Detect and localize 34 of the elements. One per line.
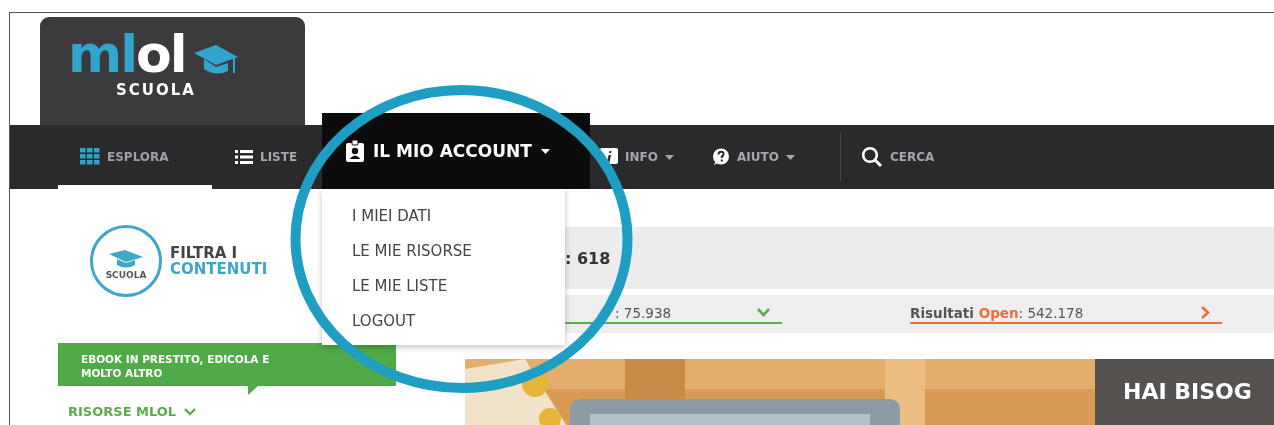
account-menu-tab[interactable]: IL MIO ACCOUNT [322,113,590,189]
banner-pointer [248,386,258,395]
filter-subtitle: CONTENUTI [170,261,268,277]
menu-item[interactable]: I MIEI DATI [322,199,565,234]
result-count: Risultati Open: 542.178 [910,304,1084,321]
id-badge-icon [346,140,364,162]
graduation-cap-icon [109,250,143,270]
list-icon [235,149,253,165]
caret-icon [785,154,795,160]
promo-heading: HAI BISOG [1123,379,1252,404]
logo[interactable]: mlol SCUOLA [40,17,305,125]
logo-wordmark: mlol [68,27,186,81]
nav-tab[interactable]: ESPLORA [58,125,212,189]
help-icon [712,148,730,166]
result-count: : 75.938 [615,304,672,321]
menu-item[interactable]: LE MIE LISTE [322,269,565,304]
total-count: : 618 [565,248,611,268]
chevron-down-icon [757,308,770,317]
nav-tab[interactable]: CERCA [851,125,960,189]
promo-banner: EBOOK IN PRESTITO, EDICOLA E MOLTO ALTRO [58,343,396,386]
badge-label: SCUOLA [105,270,147,280]
search-icon [861,146,883,168]
caret-icon [664,154,674,160]
chevron-right-icon [1201,306,1210,319]
caret-icon [540,148,550,154]
result-filter[interactable]: Risultati Open: 542.178 [910,304,1222,324]
chevron-down-icon [184,407,197,416]
menu-item[interactable]: LE MIE RISORSE [322,234,565,269]
nav-tab[interactable]: LISTE [212,125,322,189]
grid-icon [80,148,100,166]
nav-tab[interactable]: INFO [590,125,700,189]
nav-tab[interactable]: AIUTO [700,125,840,189]
logo-tagline: SCUOLA [116,81,196,99]
filter-title: FILTRA I [170,245,239,261]
